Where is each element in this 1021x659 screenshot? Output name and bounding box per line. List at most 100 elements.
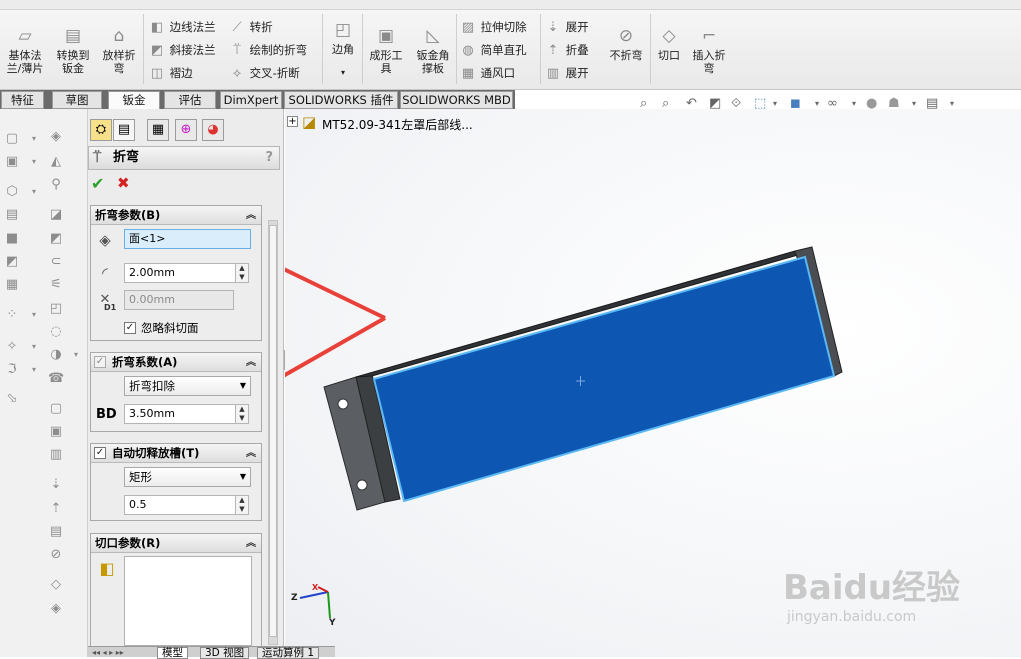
toolbar-tool-icon[interactable]: ◌ <box>48 324 64 340</box>
collapse-icon[interactable]: ︽ <box>246 206 256 225</box>
pm-scrollbar-thumb[interactable] <box>269 225 277 637</box>
toolbar-tool-icon[interactable]: ⊂ <box>48 254 64 270</box>
collapse-icon[interactable]: ︽ <box>246 444 256 463</box>
sketched-bend-button[interactable]: ⍡ 绘制的折弯 <box>228 40 307 60</box>
toolbar-tool-icon[interactable]: ◪ <box>48 207 64 223</box>
tab-solidworks-mbd[interactable]: SOLIDWORKS MBD <box>400 91 513 109</box>
relief-ratio-input[interactable]: 0.5 <box>124 495 236 515</box>
no-bends-icon[interactable]: ⊘ <box>48 547 64 563</box>
toolbar-tool-icon[interactable]: ◈ <box>48 129 64 145</box>
no-bends-button[interactable]: ⊘ 不折弯 <box>604 26 648 62</box>
miter-flange-button[interactable]: ◩ 斜接法兰 <box>148 40 216 60</box>
tab-3d-views[interactable]: 3D 视图 <box>200 647 250 659</box>
tab-scroll-arrows[interactable]: ◂◂ ◂ ▸ ▸▸ <box>92 648 124 657</box>
tab-features[interactable]: 特征 <box>1 91 44 109</box>
chevron-down-icon[interactable]: ▾ <box>26 154 42 170</box>
toolbar-tool-icon[interactable]: ▣ <box>48 424 64 440</box>
chevron-down-icon[interactable]: ▾ <box>68 347 84 363</box>
corners-button[interactable]: ◰ 边角 ▾ <box>326 20 360 79</box>
fold-button[interactable]: ⇡ 折叠 <box>544 40 589 60</box>
toolbar-tool-icon[interactable]: ◑ <box>48 347 64 363</box>
chevron-down-icon[interactable]: ▾ <box>26 339 42 355</box>
toolbar-tool-icon[interactable]: ▢ <box>4 131 20 147</box>
toolbar-tool-icon[interactable]: ▦ <box>4 277 20 293</box>
rip-parameters-header[interactable]: 切口参数(R) ︽ <box>91 534 261 553</box>
cross-break-button[interactable]: ⟡ 交叉-折断 <box>228 63 300 83</box>
toolbar-tool-icon[interactable]: ℑ <box>4 362 20 378</box>
forming-tool-button[interactable]: ▣ 成形工 具 <box>365 26 407 75</box>
chevron-down-icon[interactable]: ▾ <box>26 131 42 147</box>
bend-allowance-header[interactable]: ✓ 折弯系数(A) ︽ <box>91 353 261 372</box>
toolbar-tool-icon[interactable]: ◩ <box>4 254 20 270</box>
tab-solidworks-addins[interactable]: SOLIDWORKS 插件 <box>284 91 398 109</box>
relief-type-select[interactable]: 矩形 ▼ <box>124 467 251 487</box>
toolbar-tool-icon[interactable]: ◰ <box>48 301 64 317</box>
collapse-icon[interactable]: ︽ <box>246 353 256 372</box>
insert-bends-button[interactable]: ⌐ 插入折 弯 <box>688 26 730 75</box>
toolbar-tool-icon[interactable]: ⬡ <box>4 184 20 200</box>
toolbar-tool-icon[interactable]: ⁘ <box>4 307 20 323</box>
flatten-button[interactable]: ▥ 展开 <box>544 63 589 83</box>
bend-radius-spinner[interactable]: ▲ ▼ <box>235 263 249 283</box>
tab-sheetmetal[interactable]: 钣金 <box>108 91 160 110</box>
toolbar-tool-icon[interactable]: ▣ <box>4 154 20 170</box>
help-button[interactable]: ? <box>265 147 273 169</box>
toolbar-tool-icon[interactable]: ✧ <box>4 339 20 355</box>
toolbar-tool-icon[interactable]: ☎ <box>48 371 64 387</box>
bend-radius-input[interactable]: 2.00mm <box>124 263 236 283</box>
simple-hole-button[interactable]: ◍ 简单直孔 <box>459 40 526 60</box>
tab-motion-study[interactable]: 运动算例 1 <box>257 647 320 659</box>
feature-manager-tab-icon[interactable]: ⛭ <box>90 119 112 141</box>
toolbar-tool-icon[interactable]: ■ <box>4 231 20 247</box>
toolbar-tool-icon[interactable]: ▤ <box>48 524 64 540</box>
tab-sketch[interactable]: 草图 <box>52 91 102 109</box>
base-flange-button[interactable]: ▱ 基体法 兰/薄片 <box>2 26 48 75</box>
jog-button[interactable]: ⟋ 转折 <box>228 17 272 37</box>
display-manager-tab-icon[interactable]: ◕ <box>202 119 224 141</box>
rip-edges-listbox[interactable] <box>124 556 252 646</box>
hem-button[interactable]: ◫ 褶边 <box>148 63 193 83</box>
chevron-down-icon[interactable]: ▾ <box>26 184 42 200</box>
toolbar-tool-icon[interactable]: ◩ <box>48 231 64 247</box>
bend-deduction-input[interactable]: 3.50mm <box>124 404 236 424</box>
rip-button[interactable]: ◇ 切口 <box>652 26 686 62</box>
unfold-icon[interactable]: ⇣ <box>48 477 64 493</box>
convert-to-sheetmetal-button[interactable]: ▤ 转换到 钣金 <box>50 26 96 75</box>
fold-icon[interactable]: ⇡ <box>48 501 64 517</box>
edge-flange-button[interactable]: ◧ 边线法兰 <box>148 17 216 37</box>
dimxpert-manager-tab-icon[interactable]: ⊕ <box>175 119 197 141</box>
toolbar-tool-icon[interactable]: ⚟ <box>48 277 64 293</box>
toolbar-tool-icon[interactable]: ▥ <box>48 447 64 463</box>
toolbar-tool-icon[interactable]: ⬂ <box>4 391 20 407</box>
unfold-button[interactable]: ⇣ 展开 <box>544 17 589 37</box>
lofted-bend-button[interactable]: ⌂ 放样折 弯 <box>96 26 142 75</box>
toolbar-tool-icon[interactable]: ◭ <box>48 154 64 170</box>
tab-model[interactable]: 模型 <box>157 647 188 659</box>
toolbar-tool-icon[interactable]: ▤ <box>4 207 20 223</box>
tab-dimxpert[interactable]: DimXpert <box>220 91 282 109</box>
chevron-down-icon[interactable]: ▾ <box>26 307 42 323</box>
auto-relief-header[interactable]: ✓ 自动切释放槽(T) ︽ <box>91 444 261 463</box>
collapse-icon[interactable]: ︽ <box>246 534 256 553</box>
auto-relief-checkbox[interactable]: ✓ <box>94 447 106 459</box>
toolbar-tool-icon[interactable]: ⚲ <box>48 177 64 193</box>
configuration-manager-tab-icon[interactable]: ▦ <box>147 119 169 141</box>
toolbar-tool-icon[interactable]: ◈ <box>48 601 64 617</box>
face-selection-field[interactable]: 面<1> <box>124 229 251 249</box>
property-manager-tab-icon[interactable]: ▤ <box>113 119 135 141</box>
relief-ratio-spinner[interactable]: ▲ ▼ <box>235 495 249 515</box>
vent-button[interactable]: ▦ 通风口 <box>459 63 515 83</box>
chevron-down-icon[interactable]: ▾ <box>26 362 42 378</box>
ignore-bevel-checkbox[interactable]: ✓ <box>124 322 136 334</box>
tab-evaluate[interactable]: 评估 <box>164 91 216 109</box>
extruded-cut-button[interactable]: ▨ 拉伸切除 <box>459 17 527 37</box>
bend-allowance-checkbox[interactable]: ✓ <box>94 356 106 368</box>
ok-button[interactable]: ✔ <box>91 174 104 193</box>
toolbar-tool-icon[interactable]: ◇ <box>48 577 64 593</box>
sheetmetal-gusset-button[interactable]: ◺ 钣金角 撑板 <box>410 26 456 75</box>
toolbar-tool-icon[interactable]: ▢ <box>48 401 64 417</box>
cancel-button[interactable]: ✖ <box>117 174 130 192</box>
bend-parameters-header[interactable]: 折弯参数(B) ︽ <box>91 206 261 225</box>
bend-allowance-type-select[interactable]: 折弯扣除 ▼ <box>124 376 251 396</box>
bend-deduction-spinner[interactable]: ▲ ▼ <box>235 404 249 424</box>
